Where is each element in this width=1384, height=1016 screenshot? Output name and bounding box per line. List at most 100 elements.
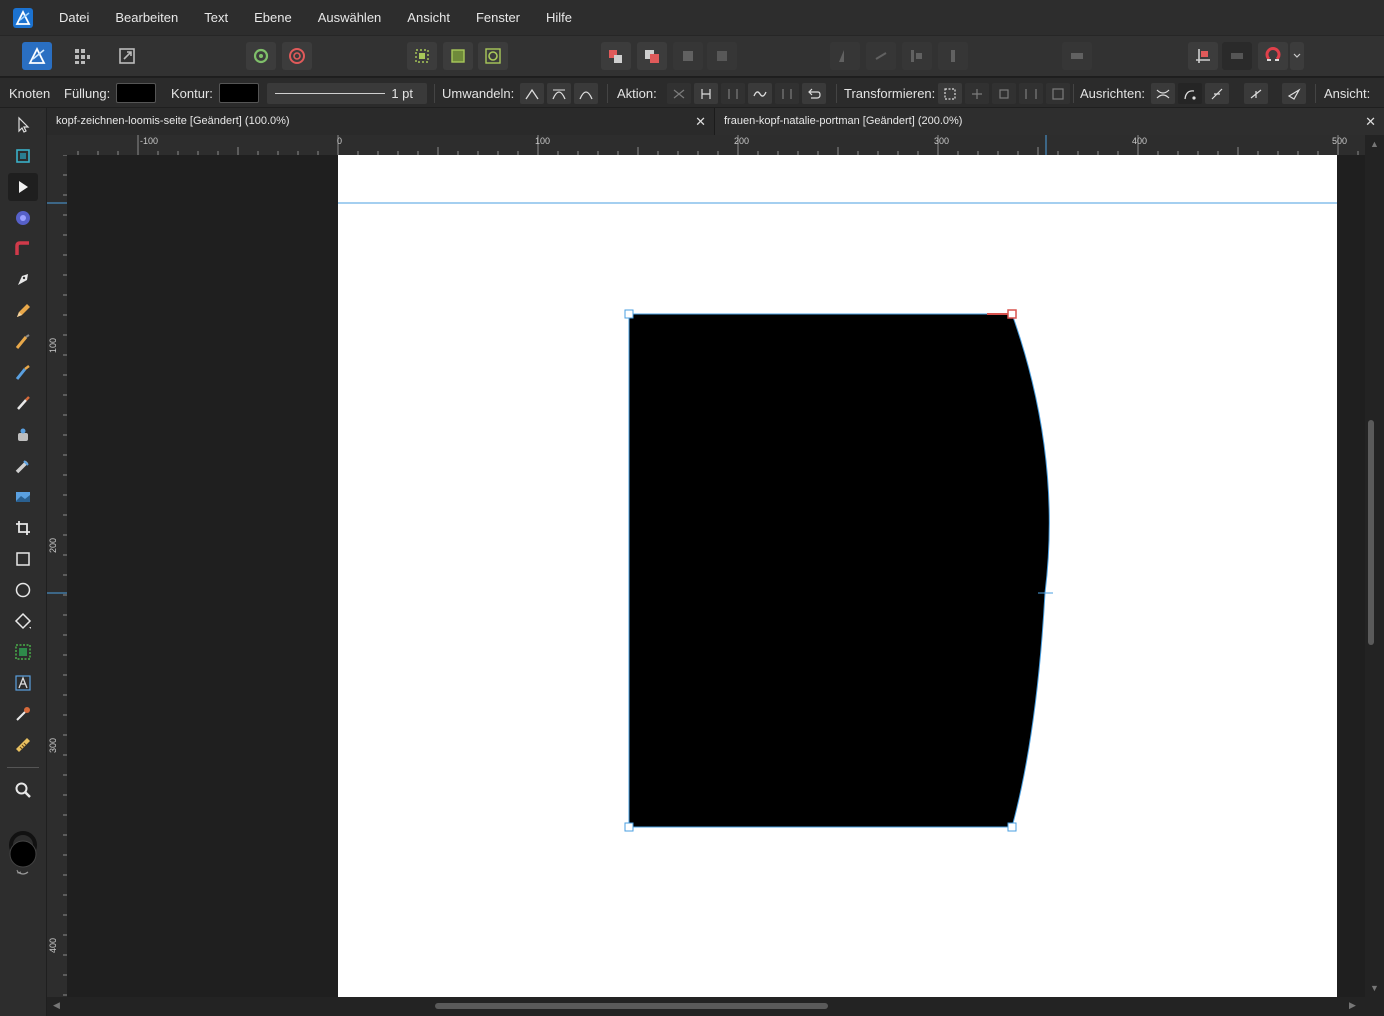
snap-bounding-box-icon[interactable] <box>443 42 473 70</box>
move-tool-icon[interactable] <box>8 111 38 139</box>
vector-brush-tool-icon[interactable] <box>8 328 38 356</box>
pixel-persona-icon[interactable] <box>67 42 97 70</box>
snap-geometry-icon[interactable] <box>478 42 508 70</box>
convert-sharp-icon[interactable] <box>520 83 544 104</box>
close-tab-icon[interactable]: ✕ <box>1365 108 1376 135</box>
align-left-icon[interactable] <box>902 42 932 70</box>
pen-tool-icon[interactable] <box>8 266 38 294</box>
reverse-direction-icon[interactable] <box>802 83 826 104</box>
insert-target-icon[interactable] <box>1188 42 1218 70</box>
snap-to-grid-icon[interactable] <box>407 42 437 70</box>
ellipse-tool-icon[interactable] <box>8 576 38 604</box>
fill-tool-icon[interactable] <box>8 359 38 387</box>
node-handle[interactable] <box>624 309 634 319</box>
transform-center-icon[interactable] <box>965 83 989 104</box>
menu-ansicht[interactable]: Ansicht <box>394 0 463 35</box>
smooth-curve-icon[interactable] <box>721 83 745 104</box>
scroll-right-icon[interactable]: ▶ <box>1349 1000 1356 1011</box>
move-forward-icon[interactable] <box>637 42 667 70</box>
eyedropper-tool-icon[interactable] <box>8 700 38 728</box>
show-handles-icon[interactable] <box>1244 83 1268 104</box>
menu-fenster[interactable]: Fenster <box>463 0 533 35</box>
color-swatches[interactable] <box>8 830 38 880</box>
tab-document-2[interactable]: frauen-kopf-natalie-portman [Geändert] (… <box>714 108 1384 135</box>
node-handle[interactable] <box>1007 822 1017 832</box>
show-direction-icon[interactable] <box>1282 83 1306 104</box>
align-nodes-icon[interactable] <box>1151 83 1175 104</box>
context-tool-name: Knoten <box>9 86 51 101</box>
menu-text[interactable]: Text <box>191 0 241 35</box>
canvas[interactable] <box>67 155 1365 997</box>
arrange-front-icon[interactable] <box>673 42 703 70</box>
frame-text-tool-icon[interactable] <box>8 638 38 666</box>
fill-swatch[interactable] <box>116 83 156 103</box>
boolean-operations-icon[interactable] <box>1062 42 1092 70</box>
zoom-tool-icon[interactable] <box>8 776 38 804</box>
paint-brush-tool-icon[interactable] <box>8 390 38 418</box>
crop-tool-icon[interactable] <box>8 514 38 542</box>
flip-horizontal-icon[interactable] <box>830 42 860 70</box>
horizontal-scroll-thumb[interactable] <box>435 1003 828 1009</box>
preferences-icon[interactable] <box>282 42 312 70</box>
tab-title: kopf-zeichnen-loomis-seite [Geändert] (1… <box>56 115 290 127</box>
scroll-down-icon[interactable]: ▼ <box>1370 983 1379 993</box>
designer-persona-icon[interactable] <box>22 42 52 70</box>
convert-smart-icon[interactable] <box>574 83 598 104</box>
transform-origin-icon[interactable] <box>992 83 1016 104</box>
menu-datei[interactable]: Datei <box>46 0 102 35</box>
point-transform-tool-icon[interactable] <box>8 204 38 232</box>
tab-document-1[interactable]: kopf-zeichnen-loomis-seite [Geändert] (1… <box>47 108 714 135</box>
pencil-tool-icon[interactable] <box>8 297 38 325</box>
color-picker-tool-icon[interactable] <box>8 421 38 449</box>
transparency-tool-icon[interactable] <box>8 452 38 480</box>
scroll-up-icon[interactable]: ▲ <box>1370 139 1379 149</box>
snap-nodes-icon[interactable] <box>1178 83 1202 104</box>
selected-node-handle[interactable] <box>1007 309 1017 319</box>
reverse-curve-icon[interactable] <box>775 83 799 104</box>
vertical-scrollbar[interactable]: ▲ ▼ <box>1365 135 1384 997</box>
artboard-tool-icon[interactable] <box>8 142 38 170</box>
arrange-back-icon[interactable] <box>707 42 737 70</box>
snap-curves-icon[interactable] <box>1205 83 1229 104</box>
ruler-label: 300 <box>934 136 949 146</box>
node-tool-icon[interactable] <box>8 173 38 201</box>
place-image-tool-icon[interactable] <box>8 483 38 511</box>
shape-tool-icon[interactable] <box>8 607 38 635</box>
node-handle[interactable] <box>624 822 634 832</box>
transform-distribute-icon[interactable] <box>1019 83 1043 104</box>
transform-box-icon[interactable] <box>1046 83 1070 104</box>
snapping-options-dropdown[interactable] <box>1290 42 1304 70</box>
convert-smooth-icon[interactable] <box>547 83 571 104</box>
insert-behind-icon[interactable] <box>1222 42 1252 70</box>
join-curves-icon[interactable] <box>748 83 772 104</box>
curve-shape[interactable] <box>628 313 1050 828</box>
horizontal-ruler[interactable]: -100 0 100 200 300 400 500 <box>47 135 1365 155</box>
menu-auswaehlen[interactable]: Auswählen <box>305 0 395 35</box>
scroll-left-icon[interactable]: ◀ <box>53 1000 60 1011</box>
transform-mode-icon[interactable] <box>938 83 962 104</box>
close-tab-icon[interactable]: ✕ <box>695 108 706 135</box>
affinity-logo-icon[interactable] <box>0 0 46 35</box>
transform-label: Transformieren: <box>844 86 936 101</box>
vertical-scroll-thumb[interactable] <box>1368 420 1374 645</box>
export-persona-icon[interactable] <box>112 42 142 70</box>
align-label: Ausrichten: <box>1080 86 1146 101</box>
stroke-width-field[interactable]: 1 pt <box>267 83 427 104</box>
snapping-magnet-icon[interactable] <box>1258 42 1288 70</box>
align-center-icon[interactable] <box>938 42 968 70</box>
document-setup-icon[interactable] <box>246 42 276 70</box>
artistic-text-tool-icon[interactable] <box>8 669 38 697</box>
stroke-swatch[interactable] <box>219 83 259 103</box>
rectangle-tool-icon[interactable] <box>8 545 38 573</box>
corner-tool-icon[interactable] <box>8 235 38 263</box>
move-back-icon[interactable] <box>601 42 631 70</box>
menu-hilfe[interactable]: Hilfe <box>533 0 585 35</box>
rotate-icon[interactable] <box>866 42 896 70</box>
horizontal-scrollbar[interactable]: ◀ ▶ <box>47 997 1384 1016</box>
menu-bearbeiten[interactable]: Bearbeiten <box>102 0 191 35</box>
vertical-ruler[interactable]: 100 200 300 400 <box>47 155 67 997</box>
measure-tool-icon[interactable] <box>8 731 38 759</box>
menu-ebene[interactable]: Ebene <box>241 0 305 35</box>
close-curve-icon[interactable] <box>694 83 718 104</box>
break-curve-icon[interactable] <box>667 83 691 104</box>
